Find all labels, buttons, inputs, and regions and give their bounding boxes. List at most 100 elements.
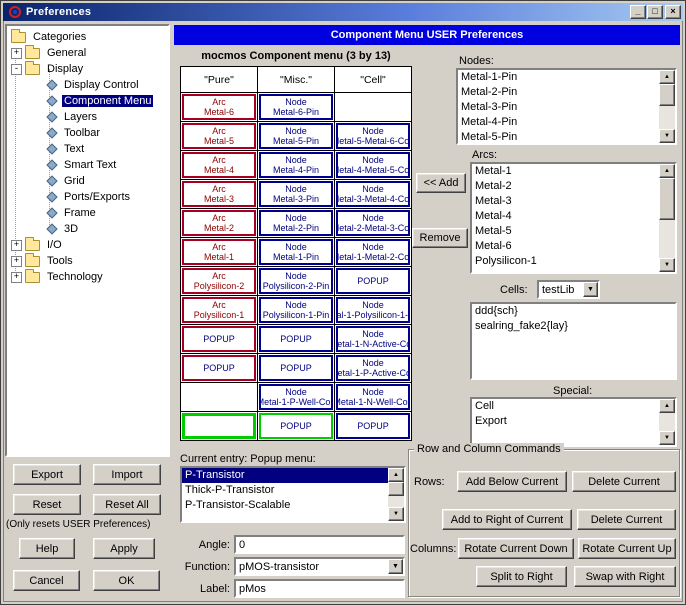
- menu-grid-cell[interactable]: NodeMetal-2-Pin: [258, 209, 334, 237]
- scroll-up-icon[interactable]: ▲: [659, 164, 675, 178]
- tree-item-categories[interactable]: Categories: [9, 29, 166, 45]
- rotate-current-down-button[interactable]: Rotate Current Down: [458, 538, 574, 559]
- add-below-current-button[interactable]: Add Below Current: [457, 471, 567, 492]
- title-bar[interactable]: Preferences _ □ ×: [3, 3, 683, 21]
- tree-item-display-control[interactable]: Display Control: [9, 77, 166, 93]
- menu-grid-cell[interactable]: NodeMetal-1-Pin: [258, 238, 334, 266]
- list-item[interactable]: Metal-5: [472, 224, 659, 239]
- scrollbar[interactable]: ▲▼: [388, 468, 404, 521]
- split-to-right-button[interactable]: Split to Right: [476, 566, 567, 587]
- scrollbar[interactable]: ▲▼: [659, 70, 675, 143]
- scrollbar-thumb[interactable]: [659, 178, 675, 220]
- menu-grid-cell[interactable]: NodeMetal-4-Metal-5-Con: [335, 151, 411, 179]
- list-item[interactable]: Metal-2-Pin: [458, 85, 659, 100]
- list-item[interactable]: Polysilicon-1: [472, 254, 659, 269]
- menu-grid-cell[interactable]: ArcMetal-5: [181, 122, 257, 150]
- dropdown-arrow-icon[interactable]: ▼: [388, 559, 403, 574]
- list-item[interactable]: Metal-4-Pin: [458, 115, 659, 130]
- menu-grid-cell[interactable]: ArcMetal-1: [181, 238, 257, 266]
- function-dropdown[interactable]: pMOS-transistor ▼: [234, 557, 405, 576]
- cancel-button[interactable]: Cancel: [13, 570, 80, 591]
- tree-item-component-menu[interactable]: Component Menu: [9, 93, 166, 109]
- menu-grid-cell[interactable]: NodeMetal-1-P-Well-Con: [258, 383, 334, 411]
- menu-grid-cell[interactable]: NodeMetal-3-Pin: [258, 180, 334, 208]
- tree-item-frame[interactable]: Frame: [9, 205, 166, 221]
- tree-item-ports-exports[interactable]: Ports/Exports: [9, 189, 166, 205]
- list-item[interactable]: P-Transistor-Scalable: [182, 498, 388, 513]
- menu-grid-cell[interactable]: NodeMetal-1-N-Well-Con: [335, 383, 411, 411]
- menu-grid-cell[interactable]: [181, 383, 257, 411]
- scroll-up-icon[interactable]: ▲: [659, 70, 675, 84]
- cells-library-dropdown[interactable]: testLib ▼: [537, 280, 600, 299]
- menu-grid-cell[interactable]: [335, 93, 411, 121]
- tree-item-toolbar[interactable]: Toolbar: [9, 125, 166, 141]
- tree-item-general[interactable]: +General: [9, 45, 166, 61]
- reset-button[interactable]: Reset: [13, 494, 81, 515]
- scroll-down-icon[interactable]: ▼: [659, 431, 675, 445]
- expand-plus-icon[interactable]: +: [11, 256, 22, 267]
- menu-grid-cell[interactable]: POPUP: [181, 354, 257, 382]
- list-item-selected[interactable]: P-Transistor: [182, 468, 388, 483]
- expand-plus-icon[interactable]: +: [11, 240, 22, 251]
- scroll-up-icon[interactable]: ▲: [659, 399, 675, 413]
- menu-grid-cell[interactable]: NodeMetal-2-Metal-3-Con: [335, 209, 411, 237]
- menu-grid-cell[interactable]: ArcMetal-3: [181, 180, 257, 208]
- menu-grid-cell-selected[interactable]: [181, 412, 257, 440]
- tree-item-3d[interactable]: 3D: [9, 221, 166, 237]
- scrollbar[interactable]: ▲▼: [659, 399, 675, 445]
- menu-grid-cell[interactable]: ArcMetal-6: [181, 93, 257, 121]
- list-item[interactable]: Metal-2: [472, 179, 659, 194]
- menu-grid-cell[interactable]: POPUP: [335, 412, 411, 440]
- add-button[interactable]: << Add: [416, 173, 466, 193]
- menu-grid-cell[interactable]: POPUP: [258, 354, 334, 382]
- scroll-down-icon[interactable]: ▼: [659, 258, 675, 272]
- tree-item-tools[interactable]: +Tools: [9, 253, 166, 269]
- expand-plus-icon[interactable]: +: [11, 272, 22, 283]
- tree-item-layers[interactable]: Layers: [9, 109, 166, 125]
- add-to-right-button[interactable]: Add to Right of Current: [442, 509, 572, 530]
- menu-grid-cell[interactable]: NodePolysilicon-2-Pin: [258, 267, 334, 295]
- tree-item-io[interactable]: +I/O: [9, 237, 166, 253]
- list-item[interactable]: Metal-1: [472, 164, 659, 179]
- list-item[interactable]: Metal-3-Pin: [458, 100, 659, 115]
- list-item[interactable]: Metal-3: [472, 194, 659, 209]
- angle-input[interactable]: [234, 535, 405, 554]
- remove-button[interactable]: Remove: [412, 228, 468, 248]
- maximize-button-icon[interactable]: □: [647, 5, 663, 19]
- menu-grid-cell[interactable]: NodeMetal-1-N-Active-Con: [335, 325, 411, 353]
- delete-current-column-button[interactable]: Delete Current: [577, 509, 676, 530]
- menu-grid-cell[interactable]: NodeMetal-3-Metal-4-Con: [335, 180, 411, 208]
- tree-item-text[interactable]: Text: [9, 141, 166, 157]
- list-item[interactable]: Metal-5-Pin: [458, 130, 659, 145]
- tree-item-grid[interactable]: Grid: [9, 173, 166, 189]
- menu-grid-cell[interactable]: NodeMetal-6-Pin: [258, 93, 334, 121]
- list-item[interactable]: Export: [472, 414, 659, 429]
- menu-grid-cell[interactable]: ArcMetal-2: [181, 209, 257, 237]
- menu-grid-cell[interactable]: ArcPolysilicon-2: [181, 267, 257, 295]
- list-item[interactable]: ddd{sch}: [472, 304, 675, 319]
- menu-grid-cell[interactable]: ArcMetal-4: [181, 151, 257, 179]
- menu-grid-cell[interactable]: NodeMetal-1-Metal-2-Con: [335, 238, 411, 266]
- list-item[interactable]: Metal-1-Pin: [458, 70, 659, 85]
- apply-button[interactable]: Apply: [93, 538, 155, 559]
- reset-all-button[interactable]: Reset All: [93, 494, 161, 515]
- tree-item-technology[interactable]: +Technology: [9, 269, 166, 285]
- scroll-down-icon[interactable]: ▼: [388, 507, 404, 521]
- export-button[interactable]: Export: [13, 464, 81, 485]
- collapse-minus-icon[interactable]: -: [11, 64, 22, 75]
- import-button[interactable]: Import: [93, 464, 161, 485]
- list-item[interactable]: Cell: [472, 399, 659, 414]
- menu-grid-cell[interactable]: NodeMetal-4-Pin: [258, 151, 334, 179]
- scrollbar[interactable]: ▲▼: [659, 164, 675, 272]
- label-input[interactable]: [234, 579, 405, 598]
- scroll-down-icon[interactable]: ▼: [659, 129, 675, 143]
- menu-grid-cell[interactable]: NodePolysilicon-1-Pin: [258, 296, 334, 324]
- scroll-up-icon[interactable]: ▲: [388, 468, 404, 482]
- list-item[interactable]: Metal-6: [472, 239, 659, 254]
- menu-grid-cell[interactable]: NodeMetal-5-Pin: [258, 122, 334, 150]
- expand-plus-icon[interactable]: +: [11, 48, 22, 59]
- menu-grid-cell[interactable]: NodeMetal-5-Metal-6-Con: [335, 122, 411, 150]
- delete-current-row-button[interactable]: Delete Current: [572, 471, 676, 492]
- menu-grid-cell[interactable]: POPUP: [181, 325, 257, 353]
- menu-grid-cell[interactable]: POPUP: [258, 325, 334, 353]
